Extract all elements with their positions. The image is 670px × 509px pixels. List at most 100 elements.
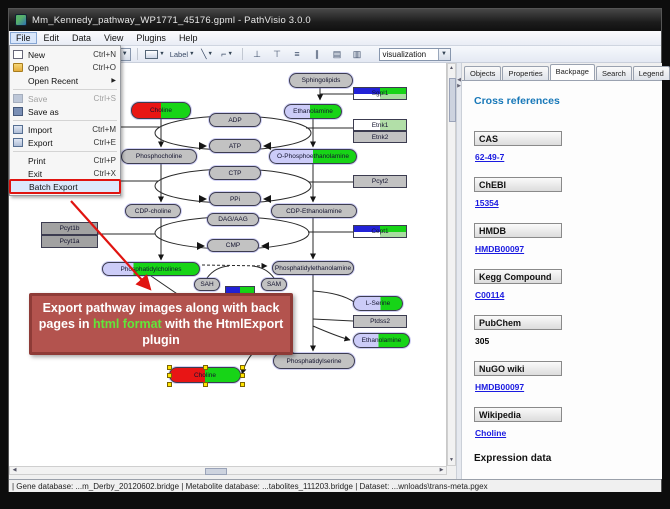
chevron-down-icon[interactable]: ▼ bbox=[208, 51, 213, 57]
pathway-node-sgpl1[interactable]: Sgpl1 bbox=[353, 87, 407, 100]
menubar-item-edit[interactable]: Edit bbox=[38, 32, 66, 44]
menu-item-shortcut: Ctrl+M bbox=[92, 125, 116, 134]
pathway-node-ethanolamine-bottom[interactable]: Ethanolamine bbox=[353, 333, 410, 348]
pathway-node-adp[interactable]: ADP bbox=[209, 113, 261, 127]
xref-link[interactable]: 62-49-7 bbox=[475, 152, 504, 162]
tab-properties[interactable]: Properties bbox=[502, 66, 548, 80]
chevron-down-icon[interactable]: ▼ bbox=[189, 51, 194, 57]
tab-legend[interactable]: Legend bbox=[633, 66, 670, 80]
xref-value: HMDB00097 bbox=[475, 244, 662, 254]
canvas-vertical-scrollbar[interactable]: ▲ ▼ bbox=[447, 63, 456, 466]
stack-horizontal-button[interactable]: ▥ bbox=[349, 47, 366, 61]
gene-tool-icon bbox=[145, 50, 158, 59]
tab-search[interactable]: Search bbox=[596, 66, 632, 80]
pathway-node-phosphocholine[interactable]: Phosphocholine bbox=[121, 149, 197, 164]
menubar-item-plugins[interactable]: Plugins bbox=[130, 32, 172, 44]
file-menu-item-open[interactable]: OpenCtrl+O bbox=[10, 61, 120, 74]
scroll-left-icon[interactable]: ◀ bbox=[11, 467, 18, 474]
file-menu-item-save-as[interactable]: Save as bbox=[10, 105, 120, 118]
pathway-node-dag[interactable]: DAG/AAG bbox=[207, 213, 259, 226]
pathway-node-ctp[interactable]: CTP bbox=[209, 166, 261, 180]
chevron-down-icon[interactable]: ▼ bbox=[159, 51, 164, 57]
pathway-node-ppi[interactable]: PPi bbox=[209, 192, 261, 206]
selection-handle[interactable] bbox=[167, 373, 172, 378]
pathway-node-pcyt2[interactable]: Pcyt2 bbox=[353, 175, 407, 188]
pathway-node-sam[interactable]: SAM bbox=[261, 278, 287, 291]
annotation-callout: Export pathway images along with back pa… bbox=[29, 293, 293, 355]
file-menu-item-save[interactable]: SaveCtrl+S bbox=[10, 92, 120, 105]
file-menu-item-new[interactable]: NewCtrl+N bbox=[10, 48, 120, 61]
node-label: ATP bbox=[210, 140, 260, 152]
new-document-icon bbox=[13, 50, 23, 59]
file-menu-item-import[interactable]: ImportCtrl+M bbox=[10, 123, 120, 136]
pathway-node-cdp-choline[interactable]: CDP-choline bbox=[125, 204, 181, 218]
align-center-button[interactable]: ⊥ bbox=[249, 47, 266, 61]
distribute-vertical-button[interactable]: ∥ bbox=[309, 47, 326, 61]
gene-tool-button[interactable]: ▼ bbox=[144, 47, 165, 61]
scroll-down-icon[interactable]: ▼ bbox=[448, 457, 455, 464]
pathway-node-phosphatidylethanolamine[interactable]: Phosphatidylethanolamine bbox=[272, 261, 354, 275]
pathway-node-choline-top[interactable]: Choline bbox=[131, 102, 191, 119]
pathway-node-o-phosphoethanolamine[interactable]: O-Phosphoethanolamine bbox=[269, 149, 357, 164]
selection-handle[interactable] bbox=[240, 382, 245, 387]
menubar-item-data[interactable]: Data bbox=[66, 32, 97, 44]
pathway-node-pcyt1b[interactable]: Pcyt1b bbox=[41, 222, 98, 235]
vertical-scroll-thumb[interactable] bbox=[449, 78, 456, 122]
file-menu-item-batch-export[interactable]: Batch Export bbox=[10, 180, 120, 193]
chevron-down-icon[interactable]: ▼ bbox=[227, 51, 232, 57]
file-menu-item-exit[interactable]: ExitCtrl+X bbox=[10, 167, 120, 180]
scroll-right-icon[interactable]: ▶ bbox=[438, 467, 445, 474]
toolbar-separator bbox=[137, 48, 138, 60]
xref-link[interactable]: Choline bbox=[475, 428, 506, 438]
pathway-node-etnk2[interactable]: Etnk2 bbox=[353, 131, 407, 143]
title-bar[interactable]: Mm_Kennedy_pathway_WP1771_45176.gpml - P… bbox=[9, 9, 661, 31]
no-icon bbox=[13, 156, 23, 165]
line-tool-button[interactable]: ╲▼ bbox=[199, 47, 216, 61]
pathway-node-etnk1[interactable]: Etnk1 bbox=[353, 119, 407, 131]
pathway-node-cmp[interactable]: CMP bbox=[207, 239, 259, 252]
menubar-item-file[interactable]: File bbox=[10, 32, 37, 44]
xref-link[interactable]: C00114 bbox=[475, 290, 504, 300]
xref-link[interactable]: 15354 bbox=[475, 198, 499, 208]
file-menu-item-open-recent[interactable]: Open Recent▶ bbox=[10, 74, 120, 87]
tab-backpage[interactable]: Backpage bbox=[550, 64, 595, 80]
pathway-node-pcyt1a[interactable]: Pcyt1a bbox=[41, 235, 98, 248]
file-menu-item-export[interactable]: ExportCtrl+E bbox=[10, 136, 120, 149]
pathway-node-sphingolipids[interactable]: Sphingolipids bbox=[289, 73, 353, 88]
pathway-node-l-serine[interactable]: L-Serine bbox=[353, 296, 403, 311]
node-label: Phosphocholine bbox=[122, 150, 196, 163]
pathway-node-phosphatidylcholines[interactable]: Phosphatidylcholines bbox=[102, 262, 200, 276]
selection-handle[interactable] bbox=[203, 365, 208, 370]
selection-handle[interactable] bbox=[240, 365, 245, 370]
selection-handle[interactable] bbox=[203, 382, 208, 387]
menu-item-shortcut: Ctrl+X bbox=[94, 169, 116, 178]
pathway-node-sah[interactable]: SAH bbox=[194, 278, 220, 291]
pathway-node-atp[interactable]: ATP bbox=[209, 139, 261, 153]
label-tool-button[interactable]: Label▼ bbox=[169, 47, 196, 61]
connector-tool-button[interactable]: ⌐▼ bbox=[219, 47, 236, 61]
horizontal-scroll-thumb[interactable] bbox=[205, 468, 227, 475]
xref-link[interactable]: HMDB00097 bbox=[475, 382, 524, 392]
pathway-node-choline-selected[interactable]: Choline bbox=[169, 367, 241, 383]
stack-vertical-button[interactable]: ▤ bbox=[329, 47, 346, 61]
scroll-up-icon[interactable]: ▲ bbox=[448, 65, 455, 72]
align-middle-button[interactable]: ⊤ bbox=[269, 47, 286, 61]
pathway-node-phosphatidylserine[interactable]: Phosphatidylserine bbox=[273, 353, 355, 369]
pathway-node-cept1[interactable]: Cept1 bbox=[353, 225, 407, 238]
menubar-item-view[interactable]: View bbox=[98, 32, 129, 44]
selection-handle[interactable] bbox=[240, 373, 245, 378]
tab-objects[interactable]: Objects bbox=[464, 66, 501, 80]
selection-handle[interactable] bbox=[167, 365, 172, 370]
pathway-node-cdp-ethanolamine[interactable]: CDP-Ethanolamine bbox=[271, 204, 357, 218]
distribute-horizontal-button[interactable]: ≡ bbox=[289, 47, 306, 61]
pathway-node-ptdss2[interactable]: Ptdss2 bbox=[353, 315, 407, 328]
canvas-horizontal-scrollbar[interactable]: ◀ ▶ bbox=[9, 466, 447, 475]
visualization-combobox[interactable]: visualization ▼ bbox=[379, 48, 451, 61]
xref-link[interactable]: HMDB00097 bbox=[475, 244, 524, 254]
file-menu-item-print[interactable]: PrintCtrl+P bbox=[10, 154, 120, 167]
pathway-node-ethanolamine-top[interactable]: Ethanolamine bbox=[284, 104, 342, 119]
selection-handle[interactable] bbox=[167, 382, 172, 387]
chevron-down-icon[interactable]: ▼ bbox=[438, 49, 450, 60]
status-text: | Gene database: ...m_Derby_20120602.bri… bbox=[12, 482, 488, 491]
menubar-item-help[interactable]: Help bbox=[173, 32, 204, 44]
